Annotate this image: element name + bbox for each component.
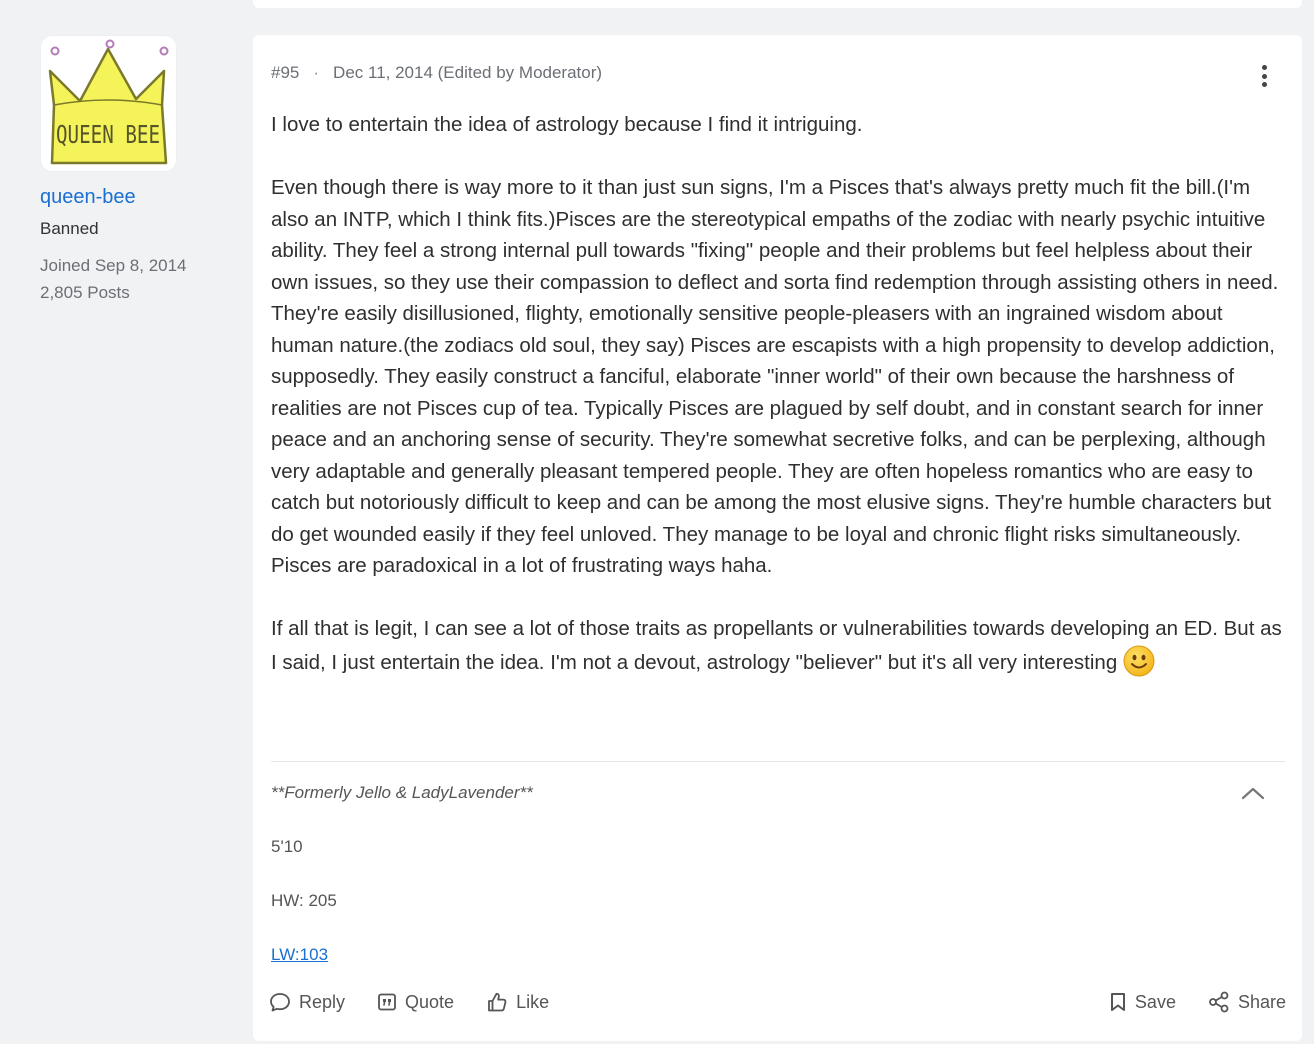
signature-hw: HW: 205 (271, 891, 337, 910)
thumbs-up-icon (486, 991, 508, 1013)
signature-title: **Formerly Jello & LadyLavender** (271, 783, 533, 802)
save-label: Save (1134, 991, 1176, 1012)
signature-divider (271, 761, 1285, 762)
post-card: #95 · Dec 11, 2014 (Edited by Moderator)… (253, 35, 1302, 1041)
share-icon (1208, 991, 1230, 1013)
post-paragraph-last: If all that is legit, I can see a lot of… (271, 613, 1287, 686)
post-number[interactable]: #95 (271, 63, 299, 83)
signature-lw-link[interactable]: LW:103 (271, 945, 328, 965)
reply-label: Reply (299, 991, 346, 1012)
bookmark-icon (1109, 992, 1127, 1012)
post-date[interactable]: Dec 11, 2014 (Edited by Moderator) (333, 63, 602, 83)
previous-post-card (253, 0, 1302, 8)
more-options-icon[interactable] (1254, 63, 1274, 89)
post-count: 2,805 Posts (40, 283, 130, 302)
collapse-chevron-up-icon[interactable] (1240, 783, 1266, 803)
author-sidebar: QUEEN BEE queen-bee Banned Joined Sep 8,… (40, 35, 240, 306)
post-header: #95 · Dec 11, 2014 (Edited by Moderator) (271, 63, 602, 83)
share-label: Share (1237, 991, 1286, 1012)
username-link[interactable]: queen-bee (40, 186, 136, 209)
save-button[interactable]: Save (1109, 992, 1176, 1013)
quote-label: Quote (405, 991, 455, 1012)
queen-bee-crown-image: QUEEN BEE (48, 39, 169, 165)
reply-button[interactable]: Reply (269, 991, 345, 1013)
quote-button[interactable]: Quote (377, 992, 454, 1013)
like-button[interactable]: Like (486, 991, 549, 1013)
post-actions: Reply Quote Like Save Share (269, 990, 1286, 1014)
join-date: Joined Sep 8, 2014 (40, 256, 187, 275)
like-label: Like (516, 991, 550, 1012)
smiley-emoji-icon (1123, 645, 1155, 687)
reply-icon (269, 991, 291, 1013)
avatar[interactable]: QUEEN BEE (40, 35, 177, 172)
signature-height: 5'10 (271, 837, 303, 856)
share-button[interactable]: Share (1208, 991, 1286, 1013)
quote-icon (377, 992, 397, 1012)
post-paragraph: Even though there is way more to it than… (271, 176, 1279, 577)
post-body: I love to entertain the idea of astrolog… (271, 109, 1287, 686)
header-separator: · (313, 63, 320, 82)
user-meta: Joined Sep 8, 2014 2,805 Posts (40, 252, 240, 306)
avatar-text: QUEEN BEE (56, 120, 160, 149)
user-role: Banned (40, 219, 99, 238)
post-paragraph: I love to entertain the idea of astrolog… (271, 113, 863, 136)
